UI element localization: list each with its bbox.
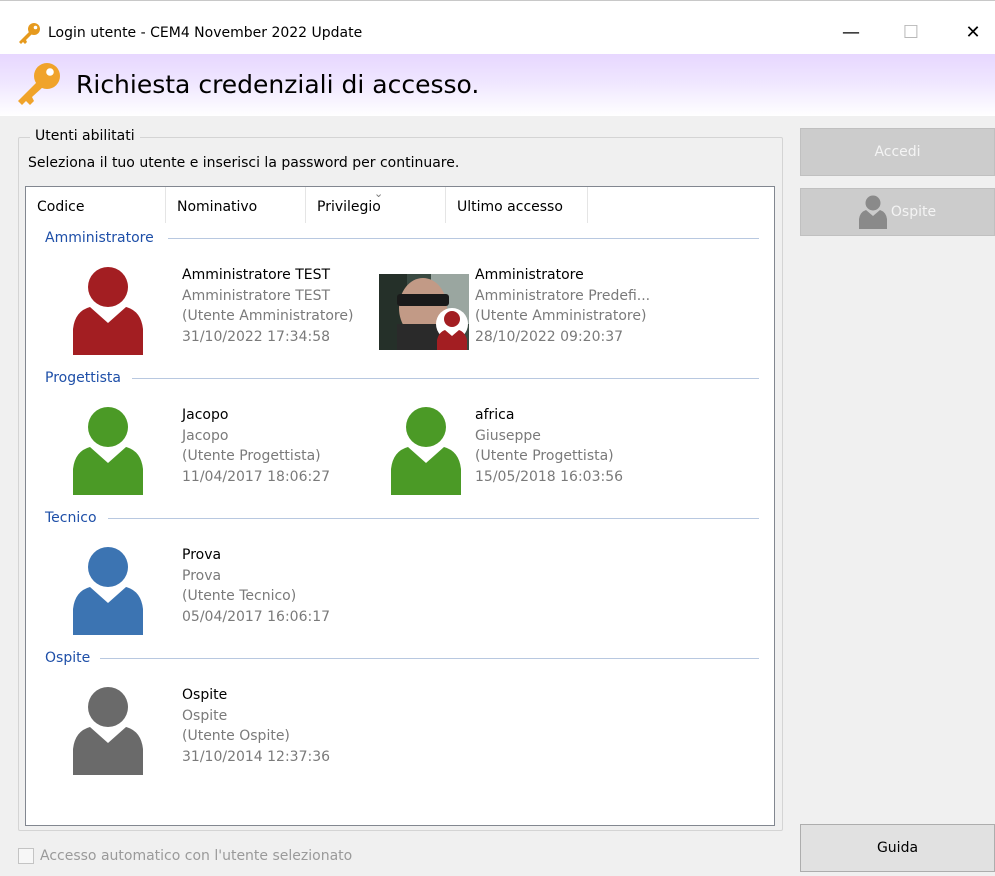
window-title: Login utente - CEM4 November 2022 Update [48, 25, 363, 41]
user-last-access: 05/04/2017 16:06:17 [182, 608, 331, 625]
user-tile-ospite[interactable]: Ospite Ospite (Utente Ospite) 31/10/2014… [72, 687, 392, 777]
user-code: Prova [182, 547, 222, 563]
instruction-text: Seleziona il tuo utente e inserisci la p… [28, 155, 460, 171]
user-code: Jacopo [182, 407, 229, 423]
user-tile-prova[interactable]: Prova Prova (Utente Tecnico) 05/04/2017 … [72, 547, 392, 637]
user-tile-africa[interactable]: africa Giuseppe (Utente Progettista) 15/… [390, 407, 710, 497]
guest-button[interactable]: Ospite [800, 188, 995, 236]
auto-login-checkbox[interactable] [18, 848, 34, 864]
user-last-access: 11/04/2017 18:06:27 [182, 468, 331, 485]
help-button[interactable]: Guida [800, 824, 995, 872]
user-designer-icon [391, 407, 461, 495]
user-guest-icon [73, 687, 143, 775]
user-tile-jacopo[interactable]: Jacopo Jacopo (Utente Progettista) 11/04… [72, 407, 392, 497]
group-header-amministratore: Amministratore [45, 230, 154, 246]
guest-button-label: Ospite [890, 204, 937, 220]
group-divider [108, 518, 759, 519]
user-fullname: Ospite [182, 707, 228, 724]
group-divider [100, 658, 759, 659]
login-button[interactable]: Accedi [800, 128, 995, 176]
column-header-codice[interactable]: Codice [26, 187, 166, 223]
user-fullname: Prova [182, 567, 222, 584]
user-technician-icon [73, 547, 143, 635]
user-fullname: Jacopo [182, 427, 229, 444]
auto-login-label: Accesso automatico con l'utente selezion… [40, 848, 353, 864]
user-photo [379, 274, 469, 350]
user-role: (Utente Ospite) [182, 728, 290, 744]
user-last-access: 28/10/2022 09:20:37 [475, 328, 624, 345]
group-divider [168, 238, 759, 239]
user-role: (Utente Amministratore) [475, 308, 647, 324]
column-header-ultimo-accesso[interactable]: Ultimo accesso [446, 187, 588, 223]
user-fullname: Amministratore Predefi... [475, 287, 651, 304]
user-code: Amministratore [475, 267, 584, 283]
user-last-access: 15/05/2018 16:03:56 [475, 468, 624, 485]
user-role: (Utente Progettista) [475, 448, 614, 464]
column-header-nominativo[interactable]: Nominativo [166, 187, 306, 223]
help-button-label: Guida [876, 840, 919, 856]
user-fullname: Amministratore TEST [182, 287, 331, 304]
maximize-button[interactable]: ☐ [888, 15, 934, 51]
login-button-label: Accedi [874, 144, 921, 160]
close-button[interactable]: ✕ [950, 15, 995, 51]
user-designer-icon [73, 407, 143, 495]
user-fullname: Giuseppe [475, 427, 541, 444]
user-role: (Utente Amministratore) [182, 308, 354, 324]
user-code: africa [475, 407, 515, 423]
key-icon [18, 63, 60, 105]
users-listview[interactable]: Codice Nominativo Privilegio Ultimo acce… [25, 186, 775, 826]
group-header-ospite: Ospite [45, 650, 91, 666]
group-header-progettista: Progettista [45, 370, 121, 386]
auto-login-option[interactable]: Accesso automatico con l'utente selezion… [18, 848, 352, 864]
user-role: (Utente Progettista) [182, 448, 321, 464]
user-last-access: 31/10/2014 12:37:36 [182, 748, 331, 765]
user-last-access: 31/10/2022 17:34:58 [182, 328, 331, 345]
user-admin-icon [73, 267, 143, 355]
user-code: Ospite [182, 687, 228, 703]
user-tile-amministratore-test[interactable]: Amministratore TEST Amministratore TEST … [72, 267, 392, 357]
groupbox-legend: Utenti abilitati [30, 128, 140, 144]
minimize-button[interactable]: — [828, 15, 874, 51]
header-banner: Richiesta credenziali di accesso. [0, 54, 995, 116]
user-code: Amministratore TEST [182, 267, 331, 283]
user-tile-amministratore[interactable]: Amministratore Amministratore Predefi...… [379, 267, 699, 357]
user-role: (Utente Tecnico) [182, 588, 297, 604]
title-bar: Login utente - CEM4 November 2022 Update… [0, 0, 995, 55]
group-divider [132, 378, 759, 379]
guest-user-icon [858, 195, 887, 229]
chevron-down-icon: ⌄ [374, 187, 384, 200]
page-title: Richiesta credenziali di accesso. [76, 70, 480, 99]
group-header-tecnico: Tecnico [45, 510, 97, 526]
key-icon [19, 23, 40, 44]
